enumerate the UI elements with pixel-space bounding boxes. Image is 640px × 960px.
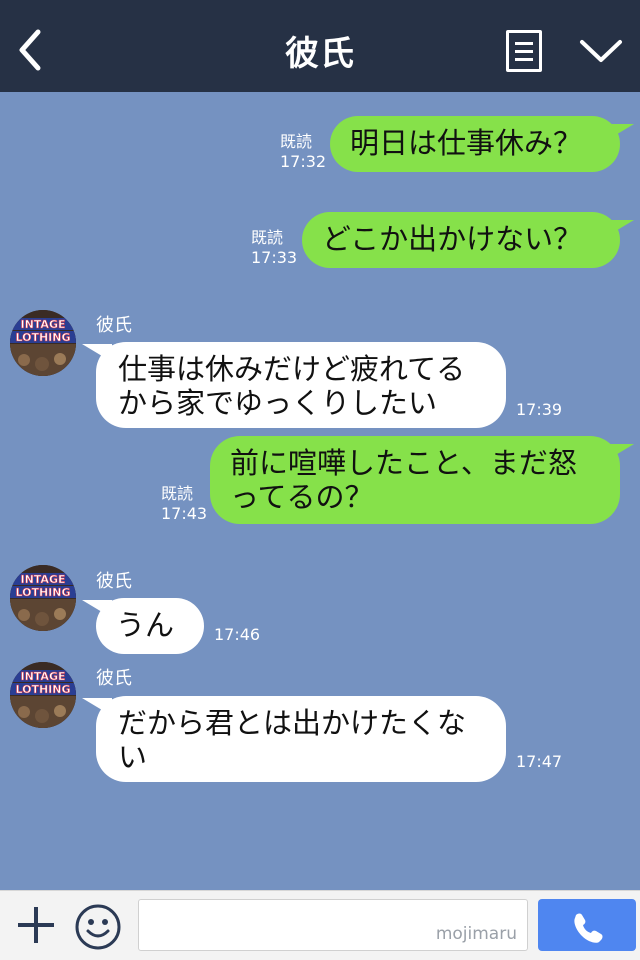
- chevron-down-icon[interactable]: [578, 34, 624, 68]
- bubble-tail: [604, 444, 634, 462]
- plus-icon[interactable]: [16, 905, 56, 945]
- svg-text:LOTHING: LOTHING: [15, 683, 70, 696]
- message-bubble-in[interactable]: 仕事は休みだけど疲れてる から家でゆっくりしたい: [96, 342, 506, 428]
- chat-title: 彼氏: [285, 34, 355, 74]
- message-composer: mojimaru: [0, 890, 640, 960]
- sender-name: 彼氏: [96, 571, 132, 592]
- message-bubble-out[interactable]: どこか出かけない？: [302, 212, 620, 268]
- svg-text:INTAGE: INTAGE: [20, 670, 65, 683]
- message-bubble-in[interactable]: だから君とは出かけたくな い: [96, 696, 506, 782]
- avatar[interactable]: INTAGE LOTHING: [10, 565, 76, 631]
- message-time: 17:47: [516, 752, 563, 771]
- read-receipt: 既読 17:33: [251, 228, 298, 267]
- call-button[interactable]: [538, 899, 636, 951]
- message-time: 17:39: [516, 400, 563, 419]
- input-placeholder: mojimaru: [435, 924, 517, 944]
- read-receipt: 既読 17:43: [161, 484, 208, 523]
- bubble-tail: [604, 220, 634, 238]
- sender-name: 彼氏: [96, 668, 132, 689]
- message-bubble-in[interactable]: うん: [96, 598, 204, 654]
- chat-header: 彼氏: [0, 0, 640, 92]
- svg-text:INTAGE: INTAGE: [20, 573, 65, 586]
- svg-text:INTAGE: INTAGE: [20, 318, 65, 331]
- phone-icon: [574, 913, 603, 943]
- menu-icon[interactable]: [506, 30, 542, 72]
- sender-name: 彼氏: [96, 315, 132, 336]
- message-bubble-out[interactable]: 前に喧嘩したこと、まだ怒 ってるの？: [210, 436, 620, 524]
- emoji-icon[interactable]: [74, 903, 122, 951]
- read-receipt: 既読 17:32: [280, 132, 327, 171]
- message-time: 17:46: [214, 625, 261, 644]
- avatar[interactable]: INTAGE LOTHING: [10, 310, 76, 376]
- svg-text:LOTHING: LOTHING: [15, 586, 70, 599]
- bubble-tail: [604, 124, 634, 142]
- message-bubble-out[interactable]: 明日は仕事休み？: [330, 116, 620, 172]
- svg-text:LOTHING: LOTHING: [15, 331, 70, 344]
- message-input[interactable]: mojimaru: [138, 899, 528, 951]
- chat-area[interactable]: 既読 17:32 明日は仕事休み？ 既読 17:33 どこか出かけない？ INT…: [0, 92, 640, 890]
- avatar[interactable]: INTAGE LOTHING: [10, 662, 76, 728]
